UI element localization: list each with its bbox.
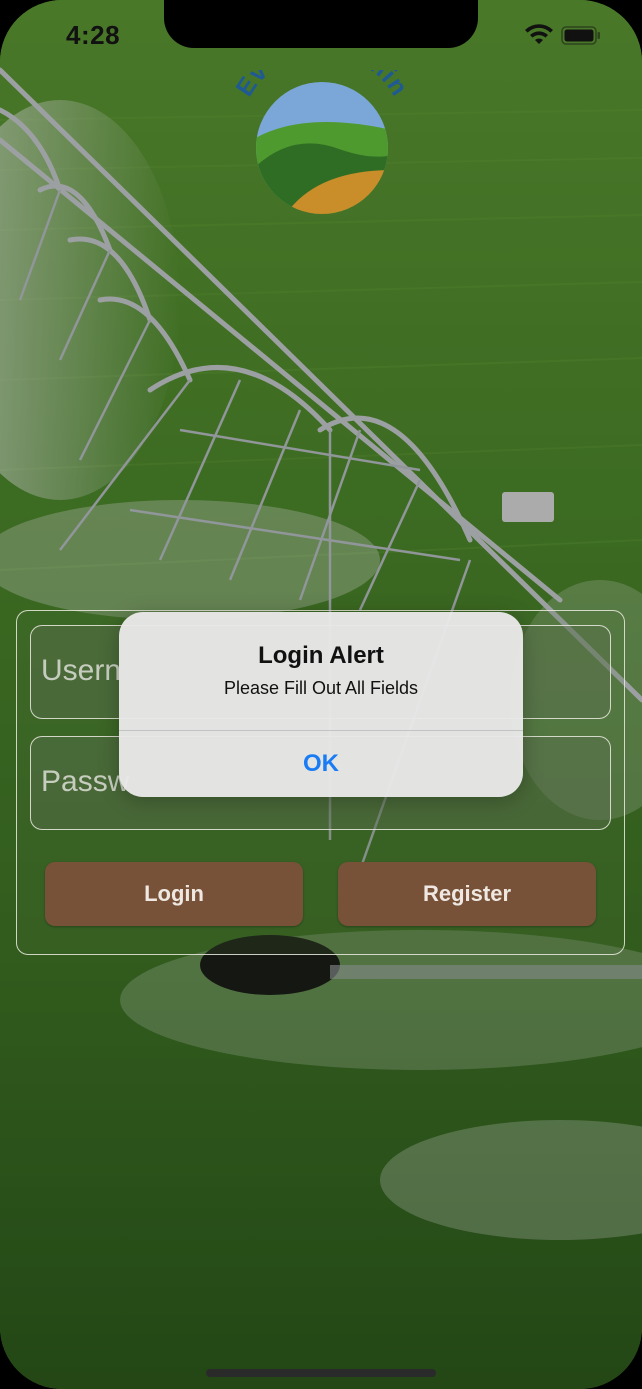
notch <box>164 0 478 48</box>
status-time: 4:28 <box>66 20 121 50</box>
phone-screen: 4:28 EvenStreamin Usern <box>0 0 642 1389</box>
register-button[interactable]: Register <box>338 862 596 926</box>
battery-icon <box>561 26 600 45</box>
login-button[interactable]: Login <box>45 862 303 926</box>
wifi-icon <box>525 24 553 44</box>
status-icons <box>525 24 600 45</box>
password-placeholder: Passw <box>41 765 130 798</box>
login-alert-dialog: Login Alert Please Fill Out All Fields O… <box>119 612 523 797</box>
home-indicator <box>206 1369 436 1377</box>
evenstreamin-logo: EvenStreamin <box>232 70 412 214</box>
alert-title: Login Alert <box>258 642 384 669</box>
alert-ok-button[interactable]: OK <box>119 731 523 797</box>
alert-message: Please Fill Out All Fields <box>223 678 419 698</box>
username-placeholder: Usern <box>41 654 122 687</box>
